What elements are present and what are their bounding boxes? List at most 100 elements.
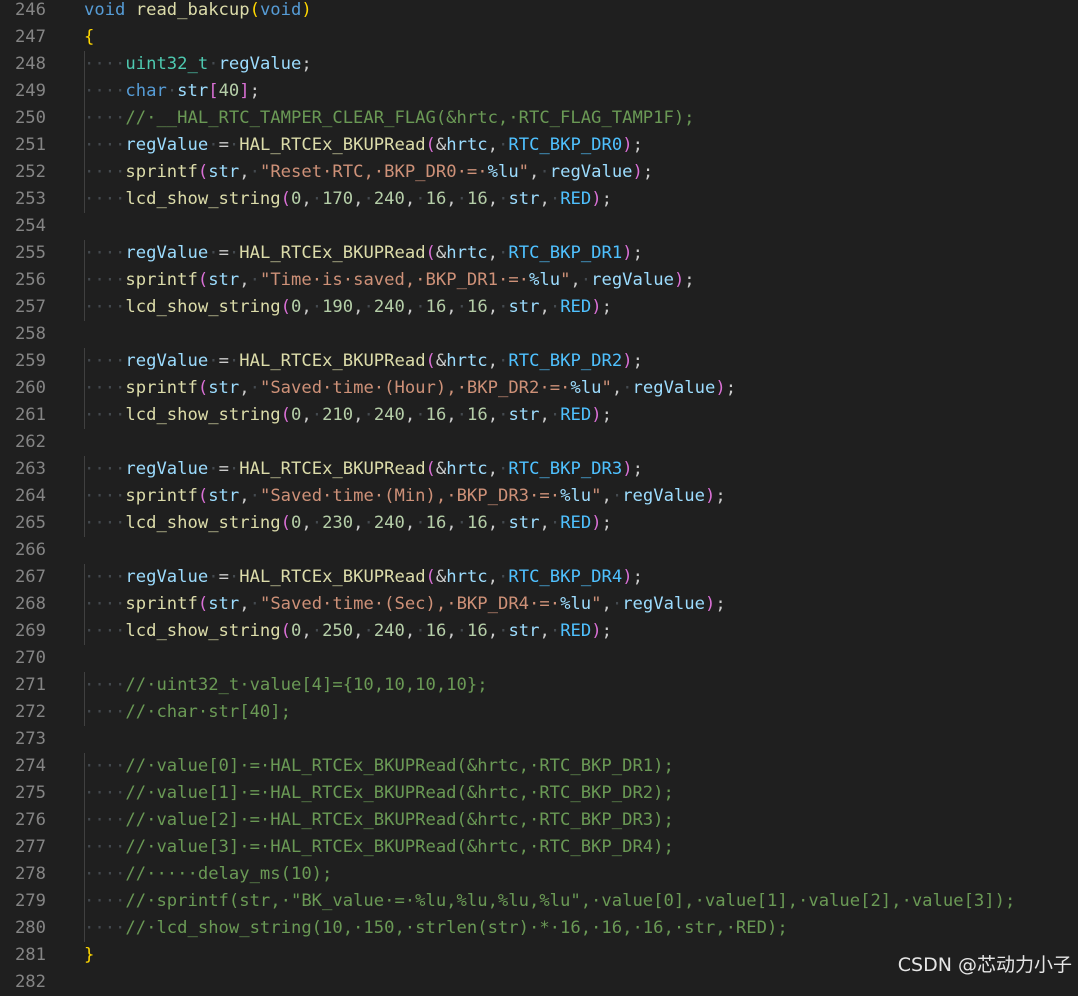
code-token: · (539, 162, 550, 182)
code-token: · (498, 513, 509, 533)
code-line[interactable]: 275 ····//·value[1]·=·HAL_RTCEx_BKUPRead(… (0, 780, 1078, 807)
code-token: · (249, 594, 260, 614)
code-token: ; (632, 135, 643, 155)
code-line[interactable]: 267 ····regValue·=·HAL_RTCEx_BKUPRead(&hr… (0, 564, 1078, 591)
code-line[interactable]: 280 ····//·lcd_show_string(10,·150,·strle… (0, 915, 1078, 942)
code-token: "Saved·time·(Sec),·BKP_DR4·=· (259, 594, 561, 614)
code-token: · (498, 189, 509, 209)
code-token: , (529, 162, 540, 182)
code-editor[interactable]: 246 void read_bakcup(void) 247{248 ····uint… (0, 0, 1078, 992)
code-line[interactable]: 278 ····//·····delay_ms(10); (0, 861, 1078, 888)
code-line[interactable]: 276 ····//·value[2]·=·HAL_RTCEx_BKUPRead(… (0, 807, 1078, 834)
code-token: lcd_show_string (125, 621, 281, 641)
code-token: · (549, 513, 561, 533)
code-line[interactable]: 248 ····uint32_t·regValue; (0, 51, 1078, 78)
code-line[interactable]: 271 ····//·uint32_t·value[4]={10,10,10,10… (0, 672, 1078, 699)
code-token: 16 (425, 297, 447, 317)
code-token: , (353, 189, 364, 209)
code-token: ; (601, 189, 612, 209)
code-token: hrtc (446, 135, 488, 155)
code-text: ····lcd_show_string(0,·250,·240,·16,·16,… (84, 618, 612, 645)
code-token: hrtc (446, 459, 488, 479)
code-token: = (218, 243, 229, 263)
code-token: ) (591, 405, 602, 425)
code-token: //·char·str[40]; (125, 702, 291, 722)
code-token: ( (280, 189, 291, 209)
code-token: regValue (125, 567, 209, 587)
code-line[interactable]: 270 (0, 645, 1078, 672)
code-token: , (239, 378, 250, 398)
code-token: ; (632, 567, 643, 587)
code-token: RTC_BKP_DR0 (508, 135, 623, 155)
code-line[interactable]: 273 (0, 726, 1078, 753)
code-line[interactable]: 259 ····regValue·=·HAL_RTCEx_BKUPRead(&hr… (0, 348, 1078, 375)
code-token: , (301, 513, 312, 533)
code-token: //·value[3]·=·HAL_RTCEx_BKUPRead(&hrtc,·… (125, 837, 674, 857)
code-token: · (498, 567, 509, 587)
code-line[interactable]: 272 ····//·char·str[40]; (0, 699, 1078, 726)
code-line[interactable]: 258 (0, 321, 1078, 348)
line-number: 276 (14, 810, 46, 830)
code-token: ; (632, 243, 643, 263)
code-text: ····//·value[3]·=·HAL_RTCEx_BKUPRead(&hr… (84, 834, 674, 861)
code-line[interactable]: 264 ····sprintf(str,·"Saved·time·(Min),·B… (0, 483, 1078, 510)
code-token: ) (673, 270, 685, 290)
code-line[interactable]: 252 ····sprintf(str,·"Reset·RTC,·BKP_DR0·… (0, 159, 1078, 186)
code-token: · (249, 270, 260, 290)
code-line[interactable]: 257 ····lcd_show_string(0,·190,·240,·16,·… (0, 294, 1078, 321)
code-token: & (435, 243, 447, 263)
code-token: str (208, 486, 240, 506)
code-line[interactable]: 268 ····sprintf(str,·"Saved·time·(Sec),·B… (0, 591, 1078, 618)
code-text: ····regValue·=·HAL_RTCEx_BKUPRead(&hrtc,… (84, 564, 643, 591)
code-line[interactable]: 279 ····//·sprintf(str,·"BK_value·=·%lu,%… (0, 888, 1078, 915)
code-token: 16 (467, 513, 488, 533)
code-token: ) (622, 567, 633, 587)
line-number: 247 (14, 27, 46, 47)
code-token: · (228, 243, 240, 263)
code-token: ) (591, 621, 602, 641)
code-line[interactable]: 255 ····regValue·=·HAL_RTCEx_BKUPRead(&hr… (0, 240, 1078, 267)
line-number: 252 (14, 162, 46, 182)
code-token: , (611, 378, 623, 398)
code-line[interactable]: 263 ····regValue·=·HAL_RTCEx_BKUPRead(&hr… (0, 456, 1078, 483)
code-line[interactable]: 265 ····lcd_show_string(0,·230,·240,·16,·… (0, 510, 1078, 537)
code-token: · (549, 297, 561, 317)
line-number: 278 (14, 864, 46, 884)
code-line[interactable]: 260 ····sprintf(str,·"Saved·time·(Hour),·… (0, 375, 1078, 402)
code-token: " (591, 594, 602, 614)
code-token: · (415, 621, 426, 641)
code-token: , (487, 621, 499, 641)
code-token: , (539, 513, 550, 533)
code-line[interactable]: 261 ····lcd_show_string(0,·210,·240,·16,·… (0, 402, 1078, 429)
code-line[interactable]: 274 ····//·value[0]·=·HAL_RTCEx_BKUPRead(… (0, 753, 1078, 780)
code-line[interactable]: 266 (0, 537, 1078, 564)
code-token: %lu (487, 162, 519, 182)
indent-whitespace: ···· (84, 891, 126, 911)
code-token: HAL_RTCEx_BKUPRead (239, 459, 426, 479)
code-line[interactable]: 262 (0, 429, 1078, 456)
code-token: regValue (218, 54, 302, 74)
code-text: ····//·value[0]·=·HAL_RTCEx_BKUPRead(&hr… (84, 753, 674, 780)
code-line[interactable]: 246 void read_bakcup(void) (0, 0, 1078, 24)
code-line[interactable]: 251 ····regValue·=·HAL_RTCEx_BKUPRead(&hr… (0, 132, 1078, 159)
code-token: sprintf (125, 270, 198, 290)
code-text: ····sprintf(str,·"Saved·time·(Hour),·BKP… (84, 375, 736, 402)
code-token: ; (249, 81, 260, 101)
code-line[interactable]: 247 { (0, 24, 1078, 51)
code-token: ( (425, 567, 436, 587)
code-line[interactable]: 250 ····//·__HAL_RTC_TAMPER_CLEAR_FLAG(&h… (0, 105, 1078, 132)
code-token: ] (239, 81, 250, 101)
code-line[interactable]: 269 ····lcd_show_string(0,·250,·240,·16,·… (0, 618, 1078, 645)
code-text: ····//·value[1]·=·HAL_RTCEx_BKUPRead(&hr… (84, 780, 674, 807)
code-token: 16 (425, 513, 447, 533)
code-line[interactable]: 256 ····sprintf(str,·"Time·is·saved,·BKP_… (0, 267, 1078, 294)
code-token: hrtc (446, 243, 488, 263)
code-line[interactable]: 253 ····lcd_show_string(0,·170,·240,·16,·… (0, 186, 1078, 213)
code-token: //·····delay_ms(10); (125, 864, 333, 884)
code-token: 250 (322, 621, 354, 641)
code-line[interactable]: 249 ····char·str[40]; (0, 78, 1078, 105)
code-line[interactable]: 254 (0, 213, 1078, 240)
code-token: hrtc (446, 351, 488, 371)
code-line[interactable]: 277 ····//·value[3]·=·HAL_RTCEx_BKUPRead(… (0, 834, 1078, 861)
code-token: , (446, 405, 457, 425)
